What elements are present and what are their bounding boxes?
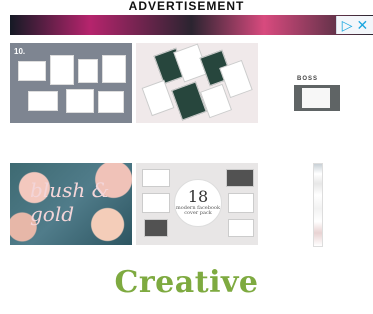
- preview-card: [28, 91, 58, 111]
- preview-sheet: [141, 79, 175, 117]
- ad-banner-strip[interactable]: [10, 15, 373, 35]
- tile-1-number: 10.: [14, 47, 26, 56]
- preview-card: [98, 91, 124, 113]
- product-grid: 10. BOSS blush & gold 18 modern facebook…: [10, 35, 373, 265]
- product-tile-3[interactable]: BOSS: [259, 43, 373, 153]
- advertisement-label: ADVERTISEMENT: [128, 0, 245, 13]
- preview-card: [50, 55, 74, 85]
- tile-3-preview-image: [302, 88, 330, 108]
- product-image-4: blush & gold: [10, 163, 132, 245]
- preview-card: [18, 61, 46, 81]
- preview-card: [142, 193, 170, 213]
- ad-choices-icon[interactable]: ▷ ✕: [336, 16, 373, 34]
- preview-card: [228, 193, 254, 213]
- tile-caption-area: [136, 123, 258, 153]
- tile-caption-area: [10, 123, 132, 153]
- preview-card: [78, 59, 98, 83]
- product-tile-6[interactable]: [259, 163, 373, 265]
- creative-logo[interactable]: Creative: [0, 266, 373, 300]
- product-tile-1[interactable]: 10.: [10, 43, 132, 153]
- cover-pack-count: 18: [187, 187, 209, 206]
- product-tile-5[interactable]: 18 modern facebook cover pack: [136, 163, 258, 265]
- tile-3-title: BOSS: [297, 76, 319, 82]
- product-tile-4[interactable]: blush & gold: [10, 163, 132, 265]
- preview-sheet: [171, 81, 207, 121]
- tile-caption-area: [10, 245, 132, 265]
- preview-card: [228, 219, 254, 237]
- product-image-1: 10.: [10, 43, 132, 123]
- cover-pack-badge: 18 modern facebook cover pack: [174, 179, 222, 227]
- tile-caption-area: [136, 245, 258, 265]
- tile-3-preview: [294, 85, 340, 111]
- preview-card: [102, 55, 126, 83]
- preview-card: [226, 169, 254, 187]
- preview-card: [142, 169, 170, 187]
- product-tile-2[interactable]: [136, 43, 258, 153]
- tile-6-vertical-preview: [313, 163, 323, 247]
- product-image-5: 18 modern facebook cover pack: [136, 163, 258, 245]
- product-image-2: [136, 43, 258, 123]
- tile-4-title: blush & gold: [30, 178, 110, 226]
- cover-pack-caption: modern facebook cover pack: [176, 205, 220, 216]
- preview-card: [66, 89, 94, 113]
- preview-card: [144, 219, 168, 237]
